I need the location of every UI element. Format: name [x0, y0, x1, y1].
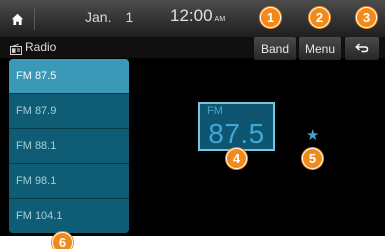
clock-time: 12:00 — [170, 6, 213, 25]
band-button[interactable]: Band — [254, 37, 296, 60]
callout-badge: 1 — [260, 7, 281, 28]
callout-badge: 3 — [356, 7, 377, 28]
list-item[interactable]: FM 87.9 — [9, 94, 129, 128]
list-item[interactable]: FM 87.5 — [9, 59, 129, 93]
date-month: Jan. — [85, 9, 112, 25]
list-item[interactable]: FM 104.1 — [9, 199, 129, 233]
status-divider — [34, 8, 35, 30]
radio-screen: Jan. 1 12:00 AM Radio Band Menu FM 87.5 FM… — [0, 0, 385, 236]
page-title: Radio — [25, 40, 57, 54]
callout-badge: 5 — [302, 148, 323, 169]
favorite-star-icon[interactable]: ★ — [306, 128, 319, 143]
clock: 12:00 AM — [170, 6, 225, 26]
clock-ampm: AM — [214, 16, 226, 23]
menu-button[interactable]: Menu — [299, 37, 341, 60]
frequency-band: FM — [207, 105, 223, 117]
back-button[interactable] — [345, 37, 379, 60]
back-arrow-icon — [355, 42, 369, 56]
date-day: 1 — [125, 9, 134, 25]
callout-badge: 2 — [309, 7, 330, 28]
list-item[interactable]: FM 98.1 — [9, 164, 129, 198]
callout-badge: 6 — [52, 232, 73, 249]
callout-badge: 4 — [226, 148, 247, 169]
preset-list: FM 87.5 FM 87.9 FM 88.1 FM 98.1 FM 104.1 — [9, 59, 129, 233]
frequency-value: 87.5 — [208, 118, 265, 149]
home-icon — [11, 13, 24, 26]
radio-icon — [10, 42, 22, 60]
home-button[interactable] — [0, 4, 34, 34]
list-item[interactable]: FM 88.1 — [9, 129, 129, 163]
date-display: Jan. 1 — [85, 9, 133, 25]
